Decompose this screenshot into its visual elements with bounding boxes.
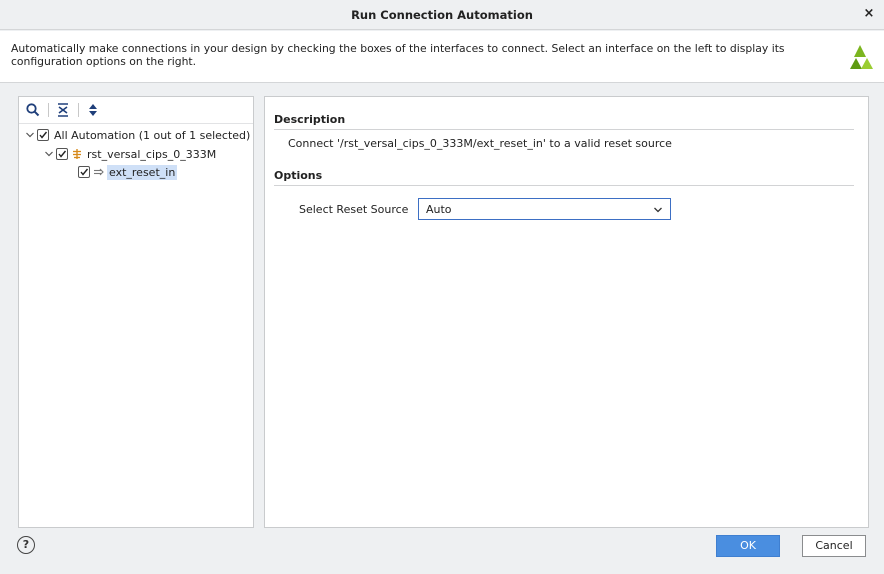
chevron-down-icon[interactable] <box>43 148 55 160</box>
options-heading: Options <box>274 169 323 182</box>
automation-tree-panel: All Automation (1 out of 1 selected) rst… <box>18 96 254 528</box>
description-heading: Description <box>274 113 346 126</box>
ext-reset-in-checkbox[interactable] <box>78 166 90 178</box>
divider <box>274 129 854 130</box>
tree-row-all-automation[interactable]: All Automation (1 out of 1 selected) <box>24 126 252 144</box>
close-icon[interactable]: × <box>862 7 876 21</box>
reset-source-label: Select Reset Source <box>299 203 409 216</box>
vivado-logo-icon <box>850 45 873 69</box>
search-icon[interactable] <box>25 102 41 118</box>
divider <box>274 185 854 186</box>
configuration-panel: Description Connect '/rst_versal_cips_0_… <box>264 96 869 528</box>
chevron-down-icon[interactable] <box>24 129 36 141</box>
rst-versal-checkbox[interactable] <box>56 148 68 160</box>
banner-description: Automatically make connections in your d… <box>11 42 785 68</box>
reset-source-value: Auto <box>426 203 452 216</box>
collapse-all-icon[interactable] <box>55 102 71 118</box>
connection-description: Connect '/rst_versal_cips_0_333M/ext_res… <box>288 137 672 150</box>
ip-block-icon <box>73 149 81 159</box>
cancel-button[interactable]: Cancel <box>802 535 866 557</box>
help-icon[interactable]: ? <box>17 536 35 554</box>
ok-button[interactable]: OK <box>716 535 780 557</box>
dialog-title: Run Connection Automation <box>351 8 533 22</box>
tree-label-ext-reset-in[interactable]: ext_reset_in <box>107 164 178 180</box>
tree-toolbar <box>19 97 253 124</box>
tree-row-rst-versal[interactable]: rst_versal_cips_0_333M <box>43 145 218 163</box>
dialog-titlebar: Run Connection Automation × <box>0 0 884 30</box>
tree-label-all-automation: All Automation (1 out of 1 selected) <box>54 128 251 142</box>
tree-label-rst-versal: rst_versal_cips_0_333M <box>87 147 217 161</box>
all-automation-checkbox[interactable] <box>37 129 49 141</box>
interface-pin-icon <box>94 168 104 176</box>
reset-source-select[interactable]: Auto <box>418 198 671 220</box>
description-banner: Automatically make connections in your d… <box>0 31 884 83</box>
chevron-down-icon <box>654 207 662 213</box>
tree-row-ext-reset-in[interactable]: ext_reset_in <box>77 163 178 181</box>
expand-all-icon[interactable] <box>85 102 101 118</box>
toolbar-separator <box>78 103 79 117</box>
toolbar-separator <box>48 103 49 117</box>
